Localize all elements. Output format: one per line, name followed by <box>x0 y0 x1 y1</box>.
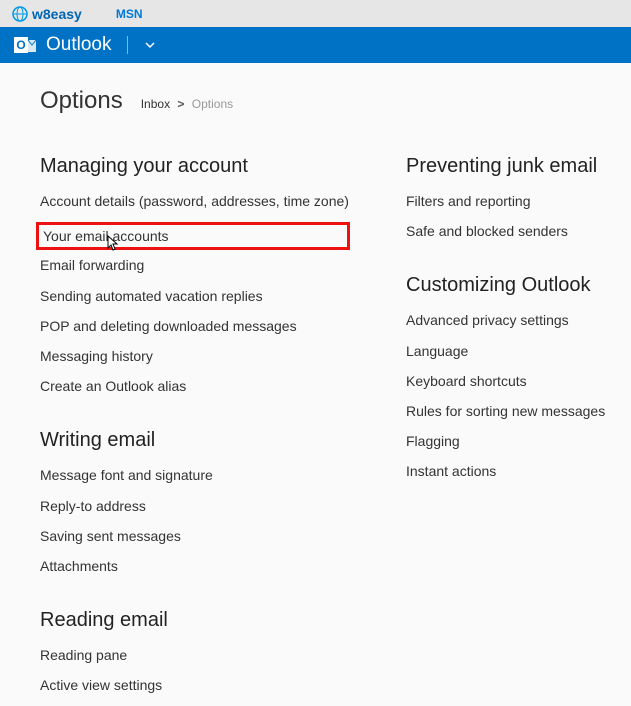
heading-reading-email: Reading email <box>40 609 350 632</box>
link-your-email-accounts[interactable]: Your email accounts <box>43 227 341 245</box>
link-privacy-settings[interactable]: Advanced privacy settings <box>406 311 605 329</box>
heading-managing-account: Managing your account <box>40 155 350 178</box>
system-topbar: w8easy MSN <box>0 0 631 27</box>
link-safe-blocked[interactable]: Safe and blocked senders <box>406 222 605 240</box>
link-reply-to[interactable]: Reply-to address <box>40 497 350 515</box>
breadcrumb-inbox[interactable]: Inbox <box>141 97 170 111</box>
cursor-icon <box>103 235 119 255</box>
link-vacation-replies[interactable]: Sending automated vacation replies <box>40 287 350 305</box>
link-flagging[interactable]: Flagging <box>406 432 605 450</box>
link-filters-reporting[interactable]: Filters and reporting <box>406 192 605 210</box>
link-language[interactable]: Language <box>406 342 605 360</box>
brand-logo[interactable]: w8easy <box>12 6 82 22</box>
page-title: Options <box>40 87 123 115</box>
breadcrumb: Inbox > Options <box>141 97 233 111</box>
link-account-details[interactable]: Account details (password, addresses, ti… <box>40 192 350 210</box>
outlook-label: Outlook <box>46 34 111 56</box>
svg-text:O: O <box>16 38 25 52</box>
link-active-view[interactable]: Active view settings <box>40 676 350 694</box>
heading-writing-email: Writing email <box>40 429 350 452</box>
outlook-icon: O <box>14 34 38 56</box>
heading-junk-email: Preventing junk email <box>406 155 605 178</box>
breadcrumb-current: Options <box>192 97 233 111</box>
link-instant-actions[interactable]: Instant actions <box>406 462 605 480</box>
breadcrumb-sep: > <box>177 97 184 111</box>
link-create-alias[interactable]: Create an Outlook alias <box>40 377 350 395</box>
link-keyboard-shortcuts[interactable]: Keyboard shortcuts <box>406 372 605 390</box>
link-reading-pane[interactable]: Reading pane <box>40 646 350 664</box>
link-attachments[interactable]: Attachments <box>40 557 350 575</box>
globe-icon <box>12 6 28 22</box>
link-messaging-history[interactable]: Messaging history <box>40 347 350 365</box>
title-row: Options Inbox > Options <box>40 87 631 115</box>
link-rules-sorting[interactable]: Rules for sorting new messages <box>406 402 605 420</box>
link-pop-delete[interactable]: POP and deleting downloaded messages <box>40 317 350 335</box>
content-area: Options Inbox > Options Managing your ac… <box>0 63 631 706</box>
divider <box>127 36 128 54</box>
left-column: Managing your account Account details (p… <box>40 151 350 706</box>
msn-link[interactable]: MSN <box>116 7 143 21</box>
brand-text: w8easy <box>32 6 82 22</box>
chevron-down-icon[interactable] <box>144 39 156 51</box>
options-columns: Managing your account Account details (p… <box>40 151 631 706</box>
highlight-box: Your email accounts <box>36 222 350 250</box>
right-column: Preventing junk email Filters and report… <box>406 151 605 706</box>
link-saving-sent[interactable]: Saving sent messages <box>40 527 350 545</box>
heading-customizing-outlook: Customizing Outlook <box>406 274 605 297</box>
outlook-logo[interactable]: O Outlook <box>14 34 111 56</box>
link-email-forwarding[interactable]: Email forwarding <box>40 256 350 274</box>
link-font-signature[interactable]: Message font and signature <box>40 466 350 484</box>
outlook-header: O Outlook <box>0 27 631 63</box>
